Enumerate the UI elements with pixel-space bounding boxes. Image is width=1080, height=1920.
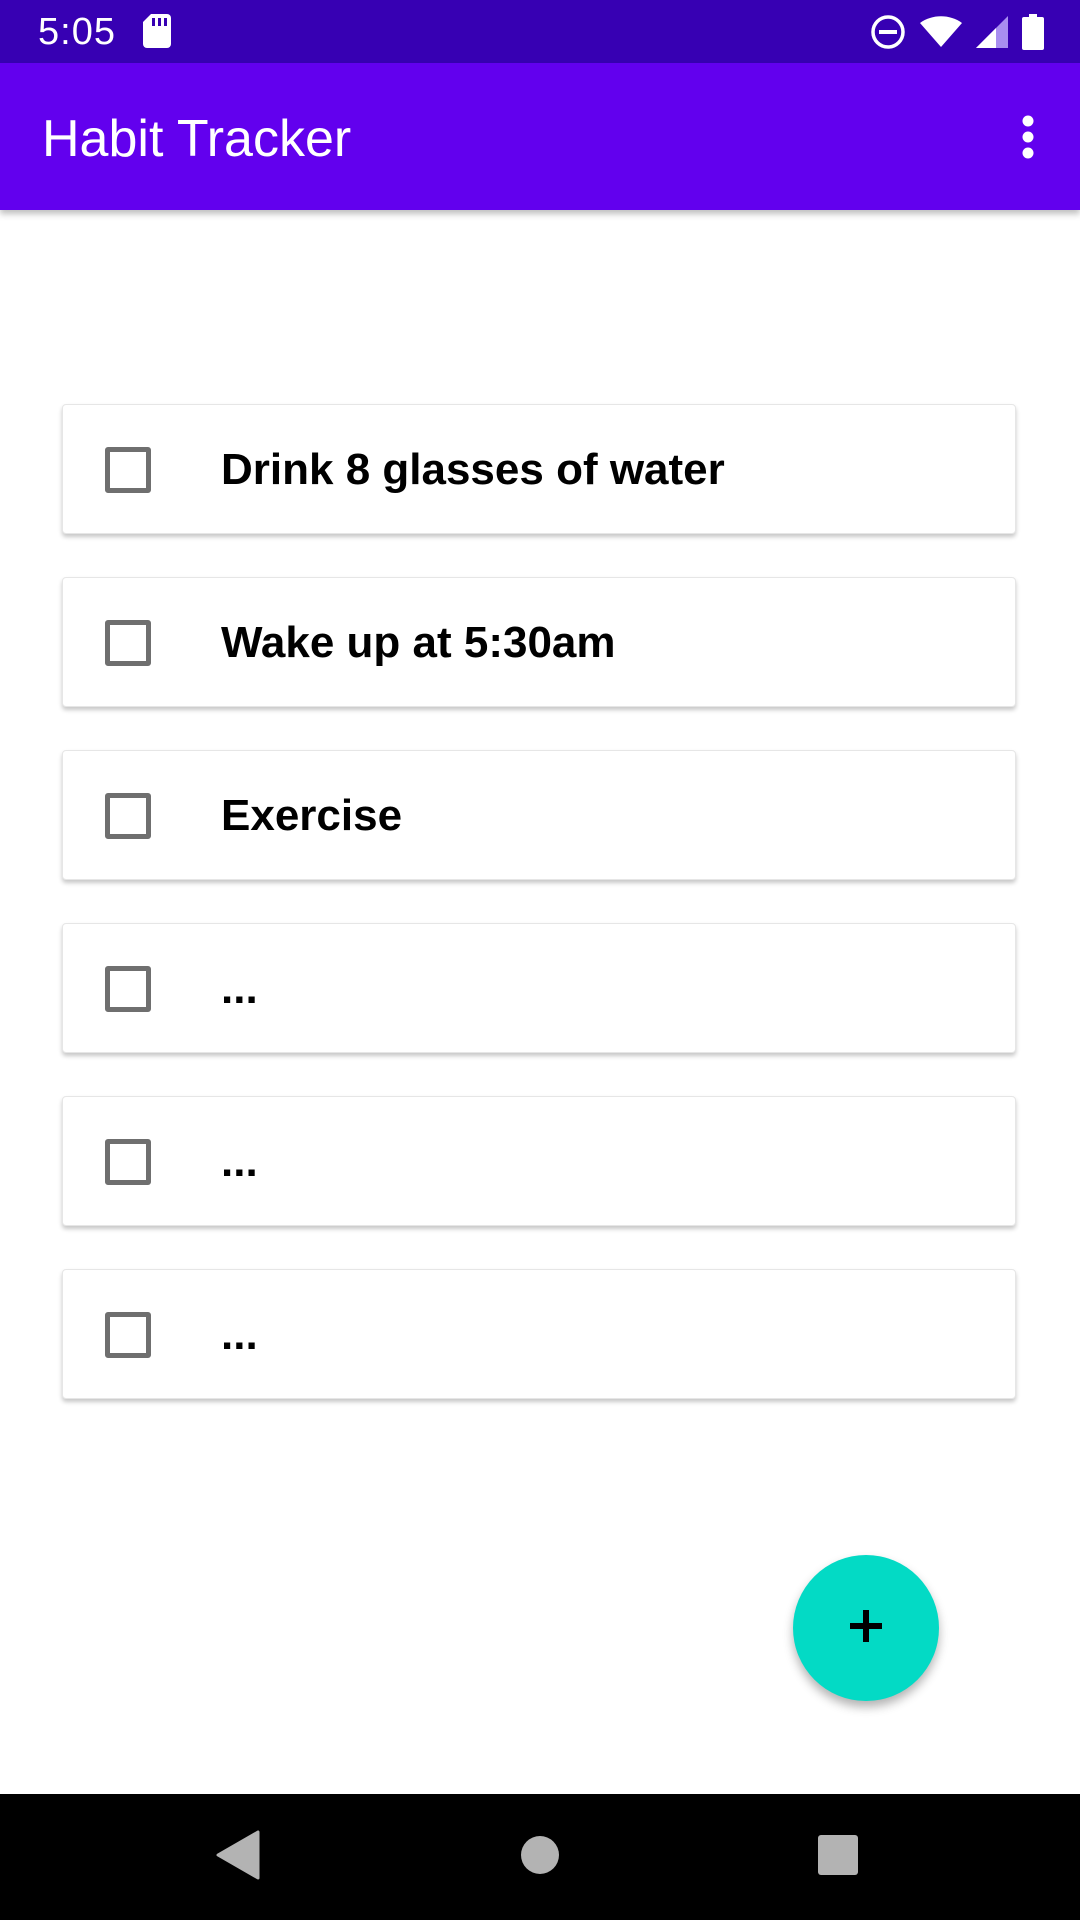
habit-card[interactable]: ... [62, 1269, 1016, 1399]
navigation-bar [0, 1794, 1080, 1920]
page-title: Habit Tracker [42, 110, 352, 168]
habit-checkbox[interactable] [105, 1139, 151, 1185]
recents-icon [818, 1834, 858, 1880]
more-vert-icon [1021, 115, 1035, 164]
sd-card-icon [143, 14, 171, 48]
habit-label: ... [221, 1310, 258, 1359]
habit-label: ... [221, 964, 258, 1013]
habit-card[interactable]: Wake up at 5:30am [62, 577, 1016, 707]
habit-label: Exercise [221, 791, 403, 840]
add-habit-button[interactable] [793, 1555, 939, 1701]
habit-card[interactable]: Drink 8 glasses of water [62, 404, 1016, 534]
habit-label: ... [221, 1137, 258, 1186]
status-time: 5:05 [38, 11, 116, 53]
habit-label: Drink 8 glasses of water [221, 445, 725, 494]
habit-label: Wake up at 5:30am [221, 618, 616, 667]
habit-checkbox[interactable] [105, 793, 151, 839]
status-bar: 5:05 [0, 0, 1080, 63]
overflow-menu-button[interactable] [996, 103, 1060, 175]
habit-card[interactable]: ... [62, 1096, 1016, 1226]
habit-checkbox[interactable] [105, 966, 151, 1012]
plus-icon [848, 1608, 884, 1649]
do-not-disturb-icon [870, 14, 906, 50]
status-icons [870, 12, 1044, 52]
battery-icon [1022, 14, 1044, 50]
habit-checkbox[interactable] [105, 620, 151, 666]
habit-card[interactable]: ... [62, 923, 1016, 1053]
back-button[interactable] [206, 1825, 270, 1889]
recents-button[interactable] [806, 1825, 870, 1889]
habit-card[interactable]: Exercise [62, 750, 1016, 880]
home-icon [520, 1835, 560, 1880]
wifi-icon [920, 16, 962, 48]
home-button[interactable] [508, 1825, 572, 1889]
cellular-signal-icon [976, 16, 1008, 48]
back-icon [216, 1830, 260, 1885]
screen: 5:05 Habit Tracker Drink 8 glasses of wa… [0, 0, 1080, 1920]
app-bar: Habit Tracker [0, 63, 1080, 210]
habit-checkbox[interactable] [105, 1312, 151, 1358]
habit-list: Drink 8 glasses of water Wake up at 5:30… [62, 404, 1018, 1442]
habit-checkbox[interactable] [105, 447, 151, 493]
